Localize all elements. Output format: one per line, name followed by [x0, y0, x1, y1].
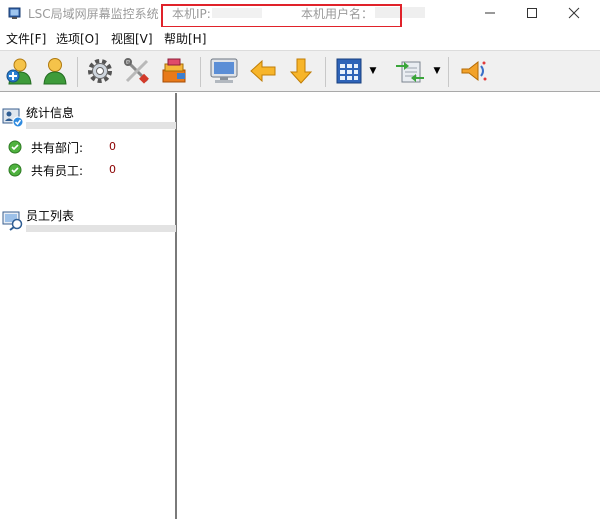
toolbar-add-user-button[interactable] — [2, 54, 35, 88]
toolbar-database-button[interactable] — [157, 54, 190, 88]
minimize-icon — [485, 12, 495, 14]
stat-departments-row: 共有部门: 0 — [8, 138, 173, 156]
stats-section-title: 统计信息 — [26, 106, 75, 120]
toolbar-settings-button[interactable] — [83, 54, 116, 88]
stats-section-header[interactable]: 统计信息 — [0, 102, 176, 134]
stat-employees-value: 0 — [109, 163, 116, 176]
maximize-button[interactable] — [509, 0, 555, 26]
menu-help[interactable]: 帮助[H] — [164, 30, 206, 47]
add-user-icon — [6, 58, 32, 85]
monitor-icon — [210, 58, 237, 83]
main-view-area[interactable] — [179, 93, 600, 519]
app-icon — [8, 7, 21, 19]
left-panel: 统计信息 共有部门: 0 共有员工: 0 员工列表 — [0, 93, 177, 519]
menu-bar: 文件[F] 选项[O] 视图[V] 帮助[H] — [0, 27, 600, 47]
toolbar-monitor-button[interactable] — [207, 54, 240, 88]
employee-list-section-title: 员工列表 — [26, 209, 75, 223]
grid-view-icon — [336, 58, 361, 84]
toolbar-user-button[interactable] — [38, 54, 71, 88]
employee-list-section-header[interactable]: 员工列表 — [0, 205, 176, 237]
toolbar-separator — [200, 57, 201, 87]
stat-departments-label: 共有部门: — [31, 141, 84, 155]
menu-options[interactable]: 选项[O] — [56, 30, 99, 47]
stat-departments-value: 0 — [109, 140, 116, 153]
toolbar-separator — [77, 57, 78, 87]
stats-section-underline — [26, 122, 176, 129]
transfer-dropdown[interactable]: ▼ — [431, 54, 443, 88]
employee-list-section-underline — [26, 225, 176, 232]
database-icon — [162, 58, 185, 83]
check-circle-icon — [8, 140, 22, 154]
search-monitor-icon — [2, 211, 23, 231]
menu-view[interactable]: 视图[V] — [111, 30, 153, 47]
toolbar-back-button[interactable] — [246, 54, 279, 88]
toolbar-grid-view-button[interactable] — [332, 54, 365, 88]
stat-employees-label: 共有员工: — [31, 164, 84, 178]
transfer-icon — [395, 61, 424, 83]
tools-icon — [123, 58, 149, 84]
toolbar-broadcast-button[interactable] — [456, 54, 489, 88]
maximize-icon — [527, 8, 537, 18]
toolbar-separator — [325, 57, 326, 87]
stats-user-icon — [2, 108, 24, 128]
close-icon — [568, 7, 580, 19]
window-title: LSC局域网屏幕监控系统 — [28, 7, 159, 21]
toolbar-transfer-button[interactable] — [393, 54, 426, 88]
minimize-button[interactable] — [467, 0, 513, 26]
toolbar-tools-button[interactable] — [120, 54, 153, 88]
arrow-down-icon — [289, 58, 312, 84]
close-button[interactable] — [551, 0, 597, 26]
title-bar: LSC局域网屏幕监控系统 本机IP: 本机用户名： — [0, 0, 600, 28]
highlight-annotation-box — [161, 4, 402, 28]
broadcast-icon — [461, 60, 486, 82]
user-icon — [42, 58, 67, 85]
toolbar-download-button[interactable] — [284, 54, 317, 88]
settings-gear-icon — [87, 59, 112, 83]
arrow-left-icon — [249, 59, 275, 83]
menu-file[interactable]: 文件[F] — [6, 30, 46, 47]
grid-view-dropdown[interactable]: ▼ — [367, 54, 379, 88]
toolbar: ▼ ▼ — [0, 50, 600, 92]
toolbar-separator — [448, 57, 449, 87]
check-circle-icon — [8, 163, 22, 177]
stat-employees-row: 共有员工: 0 — [8, 161, 173, 179]
